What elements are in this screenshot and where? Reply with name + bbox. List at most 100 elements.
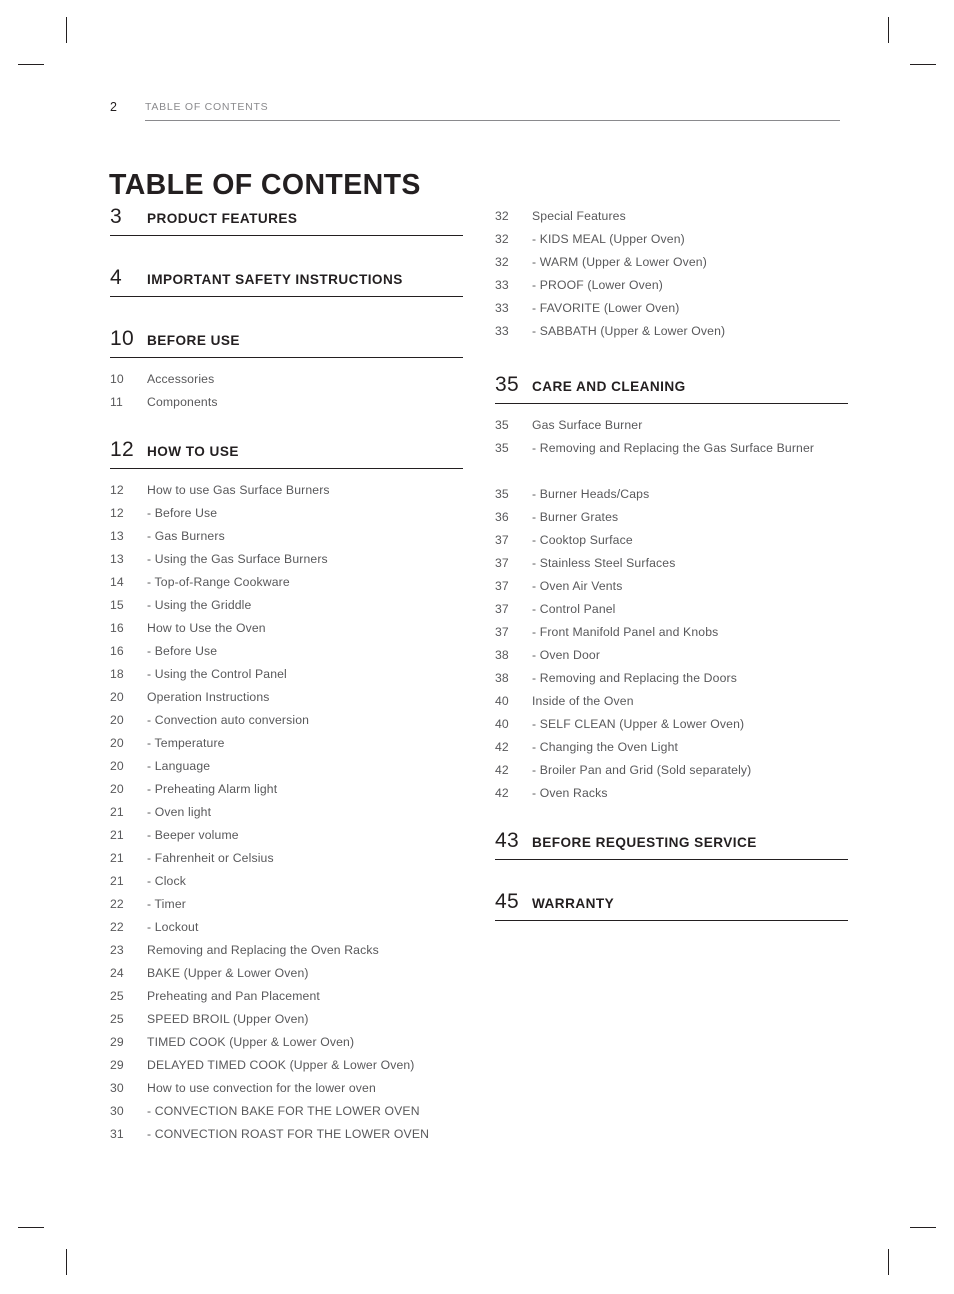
toc-entry[interactable]: 12 How to use Gas Surface Burners <box>110 479 465 502</box>
toc-entry-title: - Fahrenheit or Celsius <box>147 851 274 865</box>
toc-entry[interactable]: 20 Operation Instructions <box>110 686 465 709</box>
page-number: 2 <box>110 100 118 114</box>
toc-entry[interactable]: 13 - Gas Burners <box>110 525 465 548</box>
toc-entry-page-number: 32 <box>495 255 509 269</box>
toc-entry-title: - Front Manifold Panel and Knobs <box>532 625 719 639</box>
toc-entry-title: - Oven Door <box>532 648 601 662</box>
crop-mark-top-right-vertical <box>888 17 889 43</box>
toc-entry-title: - Using the Gas Surface Burners <box>147 552 328 566</box>
toc-section-heading[interactable]: 3 PRODUCT FEATURES <box>110 205 465 236</box>
toc-entry-page-number: 31 <box>110 1127 124 1141</box>
toc-entry[interactable]: 30 - CONVECTION BAKE FOR THE LOWER OVEN <box>110 1100 465 1123</box>
toc-entry[interactable]: 23 Removing and Replacing the Oven Racks <box>110 939 465 962</box>
toc-section-label: WARRANTY <box>532 896 615 911</box>
toc-entry[interactable]: 21 - Clock <box>110 870 465 893</box>
toc-entry[interactable]: 36 - Burner Grates <box>495 506 850 529</box>
toc-entry[interactable]: 25 Preheating and Pan Placement <box>110 985 465 1008</box>
toc-entry[interactable]: 24 BAKE (Upper & Lower Oven) <box>110 962 465 985</box>
toc-section-heading[interactable]: 45 WARRANTY <box>495 890 850 921</box>
toc-entry[interactable]: 20 - Convection auto conversion <box>110 709 465 732</box>
toc-section-heading[interactable]: 4 IMPORTANT SAFETY INSTRUCTIONS <box>110 266 465 297</box>
toc-entry[interactable]: 35 Gas Surface Burner <box>495 414 850 437</box>
toc-entry[interactable]: 42 - Oven Racks <box>495 782 850 805</box>
crop-mark-top-left-vertical <box>66 17 67 43</box>
toc-entry-page-number: 36 <box>495 510 509 524</box>
toc-entry-title: - Temperature <box>147 736 225 750</box>
toc-entry[interactable]: 21 - Oven light <box>110 801 465 824</box>
toc-entry[interactable]: 37 - Cooktop Surface <box>495 529 850 552</box>
toc-entry[interactable]: 31 - CONVECTION ROAST FOR THE LOWER OVEN <box>110 1123 465 1146</box>
header-rule <box>145 120 840 121</box>
toc-entry[interactable]: 32 - KIDS MEAL (Upper Oven) <box>495 228 850 251</box>
toc-entry[interactable]: 18 - Using the Control Panel <box>110 663 465 686</box>
toc-entry-page-number: 20 <box>110 713 124 727</box>
toc-entry[interactable]: 11 Components <box>110 391 465 414</box>
toc-entry-title: How to use convection for the lower oven <box>147 1081 376 1095</box>
toc-entry-title: Accessories <box>147 372 215 386</box>
toc-section-label: BEFORE USE <box>147 333 240 348</box>
toc-entry[interactable]: 38 - Oven Door <box>495 644 850 667</box>
toc-entry[interactable]: 37 - Stainless Steel Surfaces <box>495 552 850 575</box>
toc-entry[interactable]: 25 SPEED BROIL (Upper Oven) <box>110 1008 465 1031</box>
toc-entry-page-number: 21 <box>110 805 124 819</box>
toc-entry-page-number: 12 <box>110 506 124 520</box>
toc-entry-title: - Burner Heads/Caps <box>532 487 650 501</box>
toc-entry-title: - SELF CLEAN (Upper & Lower Oven) <box>532 717 745 731</box>
crop-mark-top-right-horizontal <box>910 64 936 65</box>
toc-section-heading[interactable]: 43 BEFORE REQUESTING SERVICE <box>495 829 850 860</box>
toc-entry[interactable]: 33 - PROOF (Lower Oven) <box>495 274 850 297</box>
toc-entry-title: - Changing the Oven Light <box>532 740 679 754</box>
toc-entry[interactable]: 15 - Using the Griddle <box>110 594 465 617</box>
toc-entry-title: - Control Panel <box>532 602 616 616</box>
toc-entry-page-number: 23 <box>110 943 124 957</box>
toc-entry-page-number: 38 <box>495 648 509 662</box>
toc-entry[interactable]: 20 - Temperature <box>110 732 465 755</box>
toc-entry[interactable]: 21 - Fahrenheit or Celsius <box>110 847 465 870</box>
toc-entry[interactable]: 42 - Changing the Oven Light <box>495 736 850 759</box>
toc-entry[interactable]: 16 How to Use the Oven <box>110 617 465 640</box>
toc-entry[interactable]: 32 - WARM (Upper & Lower Oven) <box>495 251 850 274</box>
crop-mark-bottom-right-horizontal <box>910 1227 936 1228</box>
toc-entry[interactable]: 22 - Timer <box>110 893 465 916</box>
toc-entry[interactable]: 35 - Burner Heads/Caps <box>495 483 850 506</box>
toc-entry[interactable]: 16 - Before Use <box>110 640 465 663</box>
toc-entry-page-number: 14 <box>110 575 124 589</box>
toc-entry[interactable]: 40 - SELF CLEAN (Upper & Lower Oven) <box>495 713 850 736</box>
toc-entry[interactable]: 37 - Oven Air Vents <box>495 575 850 598</box>
toc-entry[interactable]: 22 - Lockout <box>110 916 465 939</box>
toc-entry[interactable]: 12 - Before Use <box>110 502 465 525</box>
toc-entry-page-number: 24 <box>110 966 124 980</box>
toc-entry[interactable]: 33 - FAVORITE (Lower Oven) <box>495 297 850 320</box>
toc-entry-page-number: 10 <box>110 372 124 386</box>
toc-entry[interactable]: 40 Inside of the Oven <box>495 690 850 713</box>
toc-entry[interactable]: 10 Accessories <box>110 368 465 391</box>
toc-entry[interactable]: 13 - Using the Gas Surface Burners <box>110 548 465 571</box>
toc-entry[interactable]: 37 - Front Manifold Panel and Knobs <box>495 621 850 644</box>
toc-entry[interactable]: 33 - SABBATH (Upper & Lower Oven) <box>495 320 850 343</box>
toc-entry[interactable]: 20 - Language <box>110 755 465 778</box>
toc-section-heading[interactable]: 12 HOW TO USE <box>110 438 465 469</box>
toc-entry[interactable]: 20 - Preheating Alarm light <box>110 778 465 801</box>
toc-entry[interactable]: 30 How to use convection for the lower ov… <box>110 1077 465 1100</box>
toc-entry-title: Special Features <box>532 209 626 223</box>
toc-entry[interactable]: 21 - Beeper volume <box>110 824 465 847</box>
toc-entry[interactable]: 14 - Top-of-Range Cookware <box>110 571 465 594</box>
toc-entry-page-number: 37 <box>495 533 509 547</box>
toc-entry-page-number: 37 <box>495 625 509 639</box>
toc-entry-title: - Convection auto conversion <box>147 713 310 727</box>
crop-mark-bottom-left-horizontal <box>18 1227 44 1228</box>
toc-entry[interactable]: 29 TIMED COOK (Upper & Lower Oven) <box>110 1031 465 1054</box>
toc-entry[interactable]: 32 Special Features <box>495 205 850 228</box>
toc-entry[interactable]: 29 DELAYED TIMED COOK (Upper & Lower Oven… <box>110 1054 465 1077</box>
toc-entry-page-number: 25 <box>110 989 124 1003</box>
toc-entry[interactable]: 37 - Control Panel <box>495 598 850 621</box>
toc-entry[interactable]: 35 - Removing and Replacing the Gas Surfa… <box>495 437 850 483</box>
toc-entry[interactable]: 42 - Broiler Pan and Grid (Sold separatel… <box>495 759 850 782</box>
toc-entry[interactable]: 38 - Removing and Replacing the Doors <box>495 667 850 690</box>
toc-section-heading[interactable]: 35 CARE AND CLEANING <box>495 373 850 404</box>
toc-section-heading[interactable]: 10 BEFORE USE <box>110 327 465 358</box>
